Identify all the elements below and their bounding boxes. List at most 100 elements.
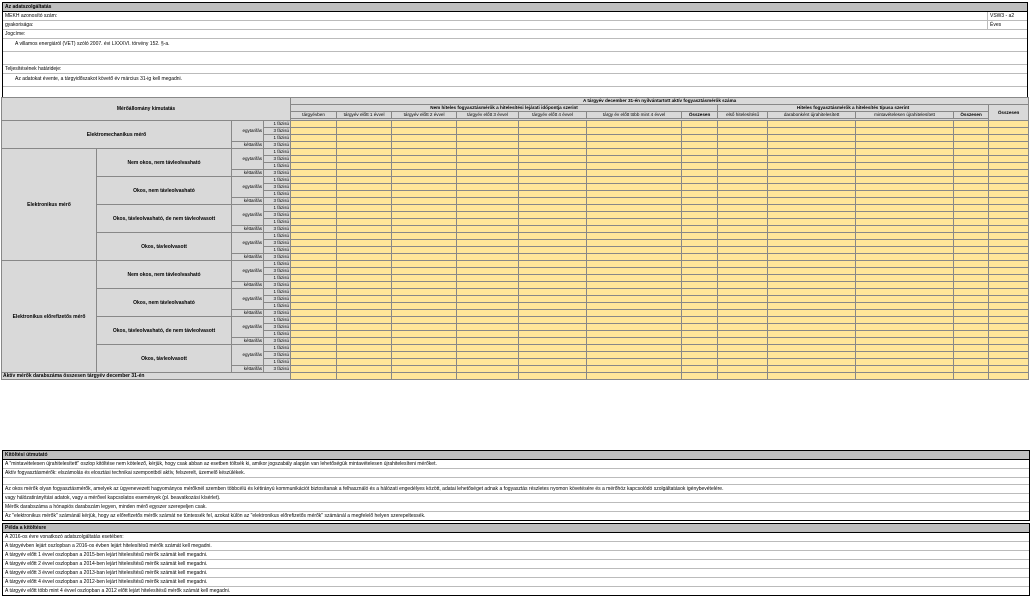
data-cell[interactable] xyxy=(586,197,683,205)
data-cell[interactable] xyxy=(717,204,769,212)
data-cell[interactable] xyxy=(456,260,520,268)
data-cell[interactable] xyxy=(586,302,683,310)
data-cell[interactable] xyxy=(586,148,683,156)
data-cell[interactable] xyxy=(988,141,1030,149)
data-cell[interactable] xyxy=(391,197,458,205)
data-cell[interactable] xyxy=(290,344,338,352)
data-cell[interactable] xyxy=(336,120,393,128)
data-cell[interactable] xyxy=(456,232,520,240)
data-cell[interactable] xyxy=(391,274,458,282)
data-cell[interactable] xyxy=(518,120,588,128)
data-cell[interactable] xyxy=(681,232,719,240)
data-cell[interactable] xyxy=(988,260,1030,268)
total-cell[interactable] xyxy=(456,372,520,380)
data-cell[interactable] xyxy=(456,281,520,289)
data-cell[interactable] xyxy=(681,267,719,275)
data-cell[interactable] xyxy=(290,253,338,261)
data-cell[interactable] xyxy=(518,155,588,163)
data-cell[interactable] xyxy=(953,260,990,268)
data-cell[interactable] xyxy=(518,239,588,247)
data-cell[interactable] xyxy=(586,127,683,135)
data-cell[interactable] xyxy=(290,323,338,331)
data-cell[interactable] xyxy=(456,120,520,128)
data-cell[interactable] xyxy=(336,365,393,373)
data-cell[interactable] xyxy=(988,337,1030,345)
data-cell[interactable] xyxy=(988,330,1030,338)
data-cell[interactable] xyxy=(767,211,857,219)
data-cell[interactable] xyxy=(855,225,955,233)
data-cell[interactable] xyxy=(391,148,458,156)
data-cell[interactable] xyxy=(855,148,955,156)
data-cell[interactable] xyxy=(855,302,955,310)
data-cell[interactable] xyxy=(336,267,393,275)
data-cell[interactable] xyxy=(953,295,990,303)
data-cell[interactable] xyxy=(717,358,769,366)
data-cell[interactable] xyxy=(717,246,769,254)
data-cell[interactable] xyxy=(681,155,719,163)
data-cell[interactable] xyxy=(336,260,393,268)
data-cell[interactable] xyxy=(290,225,338,233)
data-cell[interactable] xyxy=(681,337,719,345)
data-cell[interactable] xyxy=(767,337,857,345)
data-cell[interactable] xyxy=(855,190,955,198)
data-cell[interactable] xyxy=(953,330,990,338)
data-cell[interactable] xyxy=(391,162,458,170)
data-cell[interactable] xyxy=(391,365,458,373)
data-cell[interactable] xyxy=(717,155,769,163)
data-cell[interactable] xyxy=(456,155,520,163)
data-cell[interactable] xyxy=(988,316,1030,324)
data-cell[interactable] xyxy=(518,218,588,226)
data-cell[interactable] xyxy=(391,316,458,324)
data-cell[interactable] xyxy=(953,344,990,352)
data-cell[interactable] xyxy=(391,169,458,177)
data-cell[interactable] xyxy=(336,288,393,296)
data-cell[interactable] xyxy=(855,183,955,191)
data-cell[interactable] xyxy=(855,309,955,317)
data-cell[interactable] xyxy=(767,358,857,366)
data-cell[interactable] xyxy=(953,253,990,261)
data-cell[interactable] xyxy=(456,176,520,184)
data-cell[interactable] xyxy=(290,239,338,247)
data-cell[interactable] xyxy=(855,260,955,268)
data-cell[interactable] xyxy=(855,127,955,135)
data-cell[interactable] xyxy=(767,155,857,163)
data-cell[interactable] xyxy=(518,169,588,177)
data-cell[interactable] xyxy=(391,232,458,240)
data-cell[interactable] xyxy=(391,302,458,310)
data-cell[interactable] xyxy=(855,267,955,275)
data-cell[interactable] xyxy=(717,176,769,184)
data-cell[interactable] xyxy=(681,253,719,261)
data-cell[interactable] xyxy=(988,274,1030,282)
data-cell[interactable] xyxy=(681,162,719,170)
data-cell[interactable] xyxy=(336,246,393,254)
data-cell[interactable] xyxy=(681,274,719,282)
data-cell[interactable] xyxy=(391,211,458,219)
data-cell[interactable] xyxy=(988,197,1030,205)
data-cell[interactable] xyxy=(953,134,990,142)
data-cell[interactable] xyxy=(518,344,588,352)
data-cell[interactable] xyxy=(391,260,458,268)
data-cell[interactable] xyxy=(290,309,338,317)
data-cell[interactable] xyxy=(290,120,338,128)
data-cell[interactable] xyxy=(767,288,857,296)
data-cell[interactable] xyxy=(518,197,588,205)
data-cell[interactable] xyxy=(953,204,990,212)
data-cell[interactable] xyxy=(336,253,393,261)
data-cell[interactable] xyxy=(456,309,520,317)
data-cell[interactable] xyxy=(767,197,857,205)
data-cell[interactable] xyxy=(681,169,719,177)
data-cell[interactable] xyxy=(456,253,520,261)
data-cell[interactable] xyxy=(336,197,393,205)
data-cell[interactable] xyxy=(767,267,857,275)
data-cell[interactable] xyxy=(681,316,719,324)
data-cell[interactable] xyxy=(456,274,520,282)
data-cell[interactable] xyxy=(518,225,588,233)
data-cell[interactable] xyxy=(336,281,393,289)
data-cell[interactable] xyxy=(391,330,458,338)
data-cell[interactable] xyxy=(767,120,857,128)
data-cell[interactable] xyxy=(767,183,857,191)
data-cell[interactable] xyxy=(456,204,520,212)
data-cell[interactable] xyxy=(456,302,520,310)
data-cell[interactable] xyxy=(767,253,857,261)
total-cell[interactable] xyxy=(681,372,719,380)
